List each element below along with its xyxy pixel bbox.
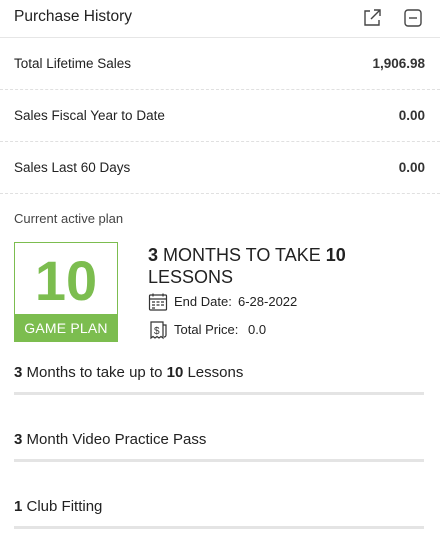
item-text: Club Fitting: [22, 498, 103, 515]
stat-value: 1,906.98: [372, 56, 425, 71]
plan-item-text: 1 Club Fitting: [14, 497, 102, 517]
badge-text: GAME PLAN: [14, 314, 118, 342]
stat-row-last-60-days: Sales Last 60 Days 0.00: [0, 142, 440, 194]
stat-value: 0.00: [398, 160, 425, 175]
stat-label: Sales Last 60 Days: [14, 160, 131, 175]
item-count-2: 10: [166, 364, 184, 381]
svg-text:$: $: [154, 326, 160, 337]
end-date-label: End Date:: [174, 294, 232, 309]
plan-title-mid: MONTHS TO TAKE: [158, 245, 326, 265]
end-date-value: 6-28-2022: [238, 294, 298, 309]
badge-number: 10: [34, 249, 98, 312]
external-link-icon[interactable]: [361, 7, 383, 29]
item-text-2: Lessons: [183, 364, 244, 381]
plan-title: 3 MONTHS TO TAKE 10 LESSONS: [148, 244, 428, 288]
plan-title-lessons-count: 10: [325, 245, 346, 265]
plan-title-end: LESSONS: [148, 267, 234, 287]
stat-row-lifetime-sales: Total Lifetime Sales 1,906.98: [0, 38, 440, 90]
item-text: Months to take up to: [22, 364, 167, 381]
plan-badge: 10 GAME PLAN: [14, 242, 118, 342]
calendar-icon: [148, 292, 168, 312]
stat-row-fiscal-year: Sales Fiscal Year to Date 0.00: [0, 90, 440, 142]
stat-label: Sales Fiscal Year to Date: [14, 108, 165, 123]
panel-title: Purchase History: [14, 8, 133, 25]
plan-item: 3 Months to take up to 10 Lessons: [14, 363, 424, 395]
panel-header: Purchase History: [0, 0, 440, 38]
plan-item-text: 3 Month Video Practice Pass: [14, 430, 206, 450]
receipt-icon: $: [148, 320, 168, 340]
item-text: Month Video Practice Pass: [22, 431, 207, 448]
plan-item-text: 3 Months to take up to 10 Lessons: [14, 363, 243, 383]
total-price-label: Total Price:: [174, 322, 239, 337]
stat-label: Total Lifetime Sales: [14, 56, 132, 71]
total-price-value: 0.0: [248, 322, 267, 337]
collapse-icon[interactable]: [402, 7, 424, 29]
stat-value: 0.00: [398, 108, 425, 123]
plan-item: 1 Club Fitting: [14, 497, 424, 529]
plan-item: 3 Month Video Practice Pass: [14, 430, 424, 462]
current-plan-label: Current active plan: [14, 211, 124, 226]
plan-title-months: 3: [148, 245, 159, 265]
